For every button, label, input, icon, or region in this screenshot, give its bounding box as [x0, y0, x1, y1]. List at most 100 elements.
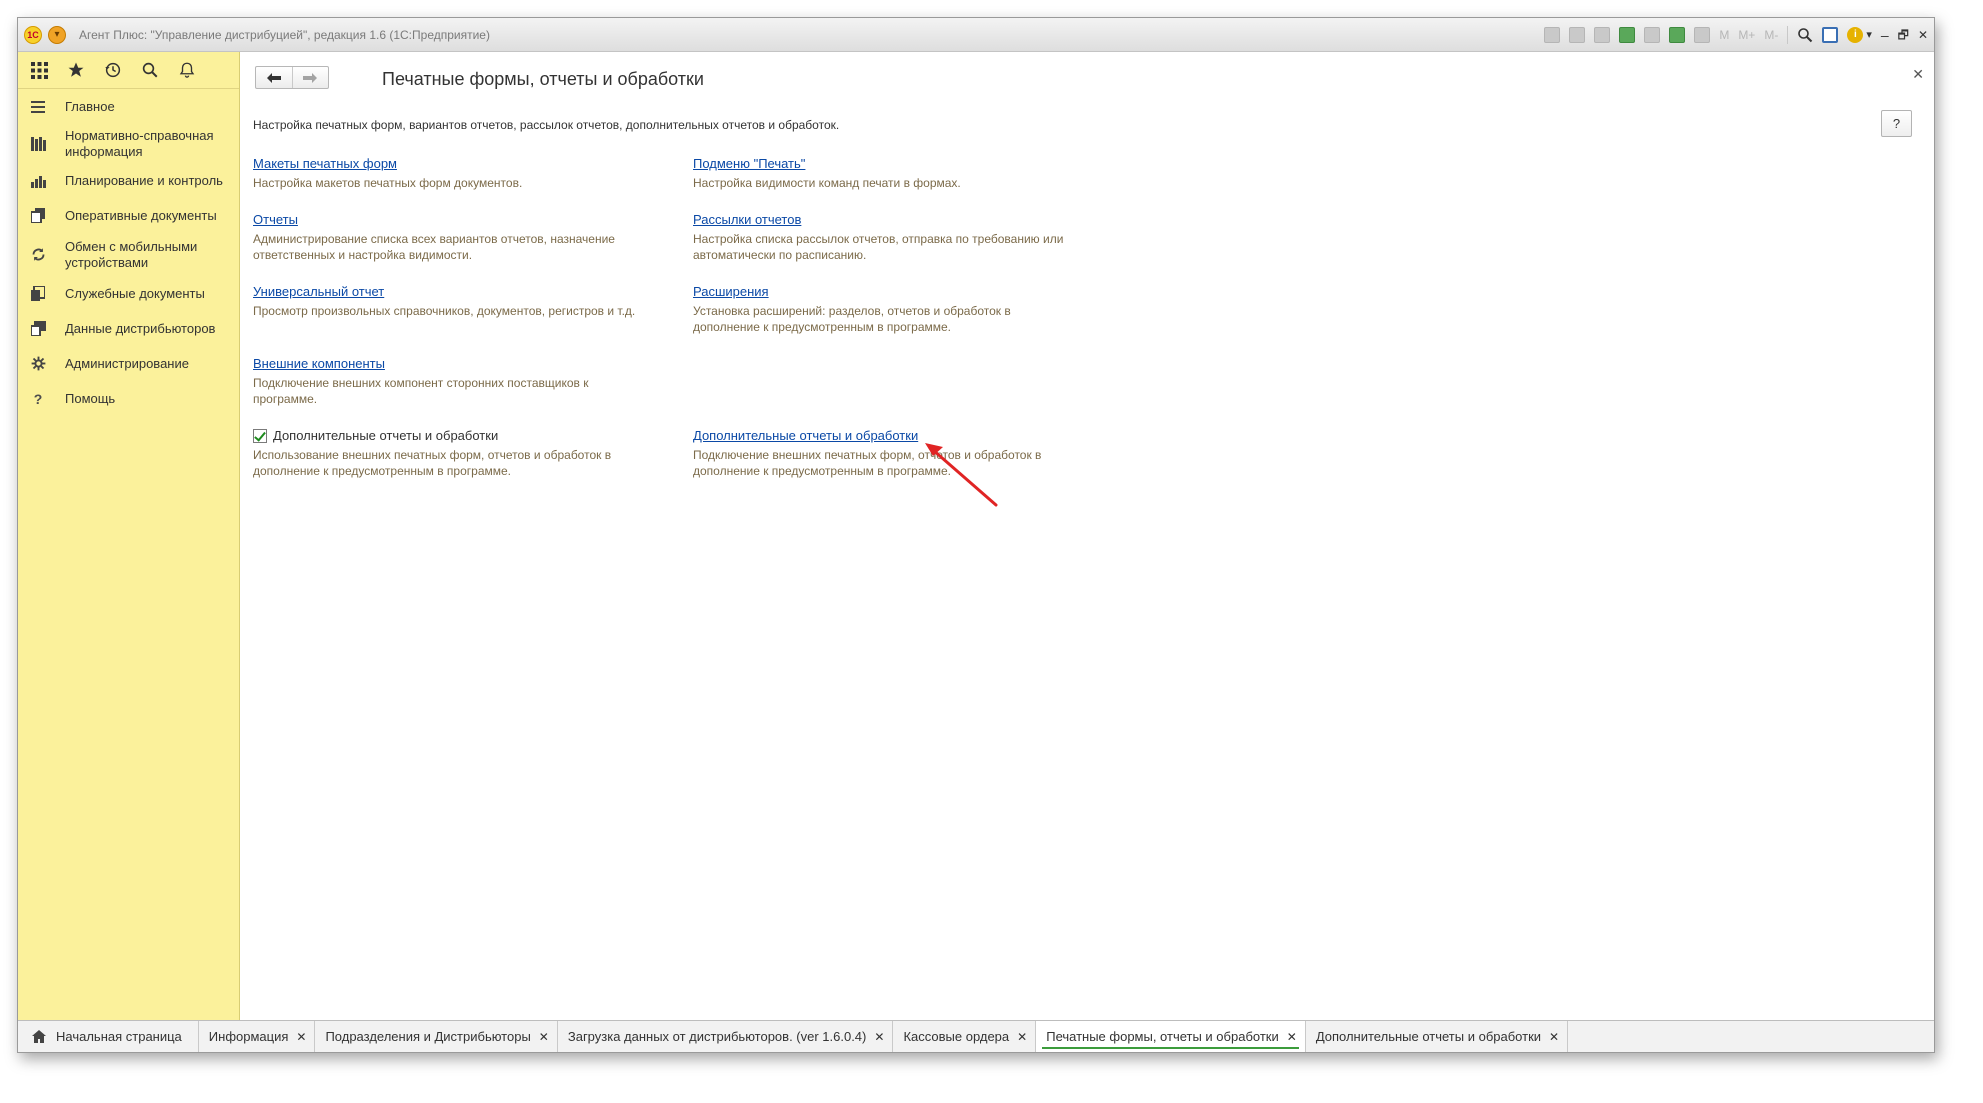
external-components-link[interactable]: Внешние компоненты [253, 356, 385, 371]
report-mailings-section: Рассылки отчетов Настройка списка рассыл… [693, 212, 1103, 263]
sidebar-item-label: Администрирование [65, 355, 189, 371]
reports-section: Отчеты Администрирование списка всех вар… [253, 212, 663, 263]
sidebar-item-label: Обмен с мобильными устройствами [65, 238, 198, 270]
print-submenu-section: Подменю "Печать" Настройка видимости ком… [693, 156, 1123, 191]
attach-icon[interactable] [1619, 27, 1636, 43]
sidebar-item-service-docs[interactable]: Служебные документы [18, 276, 239, 311]
print-icon[interactable] [1569, 27, 1586, 43]
sidebar-item-help[interactable]: ? Помощь [18, 381, 239, 416]
tab-label: Кассовые ордера [903, 1029, 1010, 1044]
preview-icon[interactable] [1594, 27, 1611, 43]
navigation-buttons [255, 66, 329, 89]
tab-close-icon[interactable]: ✕ [874, 1030, 884, 1044]
sidebar-item-label: Служебные документы [65, 285, 205, 301]
search-icon[interactable] [140, 60, 160, 80]
sidebar-item-planning[interactable]: Планирование и контроль [18, 163, 239, 198]
reports-link[interactable]: Отчеты [253, 212, 298, 227]
memory-minus-button[interactable]: M- [1764, 28, 1778, 42]
app-window: 1С ▾ Агент Плюс: "Управление дистрибуцие… [17, 17, 1935, 1053]
additional-reports-checkbox-row[interactable]: Дополнительные отчеты и обработки [253, 428, 663, 443]
universal-report-link[interactable]: Универсальный отчет [253, 284, 384, 299]
zoom-icon[interactable] [1797, 27, 1813, 43]
report-mailings-link[interactable]: Рассылки отчетов [693, 212, 801, 227]
section-description: Использование внешних печатных форм, отч… [253, 448, 612, 478]
tab-close-icon[interactable]: ✕ [1549, 1030, 1559, 1044]
history-icon[interactable] [103, 60, 123, 80]
toolbar-separator [1787, 26, 1789, 44]
panel-icon[interactable] [1822, 27, 1839, 43]
sidebar-item-mobile-exchange[interactable]: Обмен с мобильными устройствами [18, 233, 239, 276]
memory-plus-button[interactable]: M+ [1738, 28, 1755, 42]
tab-distributor-data-import[interactable]: Загрузка данных от дистрибьюторов. (ver … [558, 1021, 894, 1052]
form-close-button[interactable]: ✕ [1912, 66, 1924, 83]
sidebar-item-label: Оперативные документы [65, 207, 217, 223]
main-menu-button[interactable]: ▾ [48, 26, 66, 44]
tab-information[interactable]: Информация ✕ [199, 1021, 316, 1052]
page-description: Настройка печатных форм, вариантов отчет… [253, 118, 840, 132]
title-toolbar: M M+ M- i ▾ – 🗗 ✕ [1535, 25, 1928, 45]
sync-icon [30, 247, 46, 263]
extensions-section: Расширения Установка расширений: раздело… [693, 284, 1073, 335]
title-bar: 1С ▾ Агент Плюс: "Управление дистрибуцие… [18, 18, 1934, 52]
tab-label: Печатные формы, отчеты и обработки [1046, 1029, 1279, 1044]
sidebar-item-label: Планирование и контроль [65, 172, 223, 188]
tab-close-icon[interactable]: ✕ [1287, 1030, 1297, 1044]
tab-home-page[interactable]: Начальная страница [18, 1021, 199, 1052]
sidebar-item-label: Помощь [65, 390, 116, 406]
tab-additional-reports[interactable]: Дополнительные отчеты и обработки ✕ [1306, 1021, 1569, 1052]
link-icon[interactable] [1644, 27, 1661, 43]
sidebar-item-main[interactable]: Главное [18, 89, 239, 125]
sidebar-item-label: Главное [65, 99, 115, 114]
arrow-right-icon [303, 72, 318, 83]
tab-close-icon[interactable]: ✕ [539, 1030, 549, 1044]
notifications-bell-icon[interactable] [177, 60, 197, 80]
memory-button[interactable]: M [1719, 28, 1729, 42]
additional-reports-checkbox-label[interactable]: Дополнительные отчеты и обработки [273, 428, 498, 443]
info-dropdown-icon[interactable]: ▾ [1866, 27, 1872, 43]
open-windows-tabbar: Начальная страница Информация ✕ Подразде… [18, 1020, 1934, 1052]
gear-icon [30, 356, 46, 372]
tab-label: Начальная страница [56, 1029, 182, 1044]
tab-cash-orders[interactable]: Кассовые ордера ✕ [893, 1021, 1037, 1052]
sections-panel: Главное Нормативно-справочная информация… [18, 52, 240, 1021]
print-layouts-link[interactable]: Макеты печатных форм [253, 156, 397, 171]
spreadsheet-icon[interactable] [1669, 27, 1686, 43]
tab-close-icon[interactable]: ✕ [1017, 1030, 1027, 1044]
tab-label: Загрузка данных от дистрибьюторов. (ver … [567, 1029, 867, 1044]
restore-button[interactable]: 🗗 [1898, 27, 1909, 43]
books-icon [30, 136, 46, 152]
tab-close-icon[interactable]: ✕ [296, 1030, 306, 1044]
print-layouts-section: Макеты печатных форм Настройка макетов п… [253, 156, 683, 191]
window-title: Агент Плюс: "Управление дистрибуцией", р… [79, 28, 490, 42]
section-description: Подключение внешних компонент сторонних … [253, 376, 589, 406]
arrow-left-icon [266, 72, 281, 83]
additional-reports-link[interactable]: Дополнительные отчеты и обработки [693, 428, 918, 443]
forward-button[interactable] [291, 67, 329, 88]
extensions-link[interactable]: Расширения [693, 284, 769, 299]
calendar-icon[interactable] [1694, 27, 1711, 43]
tab-print-forms-reports[interactable]: Печатные формы, отчеты и обработки ✕ [1036, 1021, 1306, 1052]
sidebar-item-distributor-data[interactable]: Данные дистрибьюторов [18, 311, 239, 346]
section-description: Настройка списка рассылок отчетов, отпра… [693, 232, 1064, 262]
sidebar-toolbar [18, 52, 239, 89]
section-description: Установка расширений: разделов, отчетов … [693, 304, 1011, 334]
all-functions-icon[interactable] [29, 60, 49, 80]
save-icon[interactable] [1544, 27, 1561, 43]
sidebar-item-reference-info[interactable]: Нормативно-справочная информация [18, 125, 239, 163]
app-logo-icon[interactable]: 1С [24, 26, 42, 44]
back-button[interactable] [256, 67, 292, 88]
tab-divisions-distributors[interactable]: Подразделения и Дистрибьюторы ✕ [315, 1021, 558, 1052]
minimize-button[interactable]: – [1881, 27, 1889, 43]
favorites-star-icon[interactable] [66, 60, 86, 80]
info-icon[interactable]: i [1847, 27, 1864, 43]
section-description: Настройка макетов печатных форм документ… [253, 176, 523, 190]
section-description: Просмотр произвольных справочников, доку… [253, 304, 636, 318]
help-button[interactable]: ? [1881, 110, 1912, 137]
window-close-button[interactable]: ✕ [1918, 27, 1928, 43]
additional-reports-checkbox[interactable] [253, 428, 267, 443]
sidebar-item-administration[interactable]: Администрирование [18, 346, 239, 381]
sidebar-item-operational-docs[interactable]: Оперативные документы [18, 198, 239, 233]
print-submenu-link[interactable]: Подменю "Печать" [693, 156, 805, 171]
section-description: Администрирование списка всех вариантов … [253, 232, 615, 262]
external-components-section: Внешние компоненты Подключение внешних к… [253, 356, 643, 407]
